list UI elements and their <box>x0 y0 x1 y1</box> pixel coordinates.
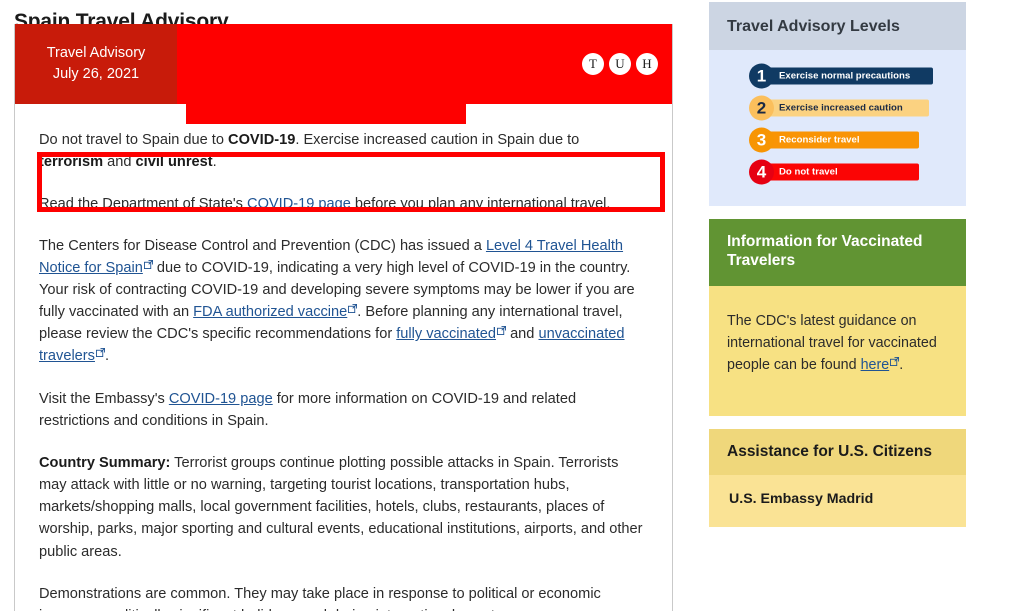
level-1-bar: Exercise normal precautions <box>757 67 933 85</box>
widget-travel-advisory-levels: Travel Advisory Levels Exercise normal p… <box>709 2 966 206</box>
embassy-text-1: Visit the Embassy's <box>39 390 169 407</box>
lead-text-1: Do not travel to Spain due to <box>39 132 229 148</box>
paragraph-cdc-notice: The Centers for Disease Control and Prev… <box>39 235 646 368</box>
link-covid19-page-dos[interactable]: COVID-19 page <box>247 196 351 212</box>
share-icon-group: T U H <box>582 53 658 75</box>
cdc-text-4: and <box>506 326 539 343</box>
cdc-text-5: . <box>104 348 110 365</box>
terrorism-term: terrorism <box>39 154 104 171</box>
level-3-number: 3 <box>749 127 774 153</box>
assistance-widget-title: Assistance for U.S. Citizens <box>709 429 966 476</box>
external-link-icon <box>348 304 358 314</box>
home-share-icon[interactable]: H <box>636 53 658 75</box>
level-1-number: 1 <box>749 63 774 89</box>
level-2-bar: Exercise increased caution <box>757 99 929 117</box>
external-link-icon <box>890 357 900 367</box>
embassy-name: U.S. Embassy Madrid <box>729 491 874 508</box>
external-link-icon <box>143 259 153 269</box>
widget-vaccinated-travelers: Information for Vaccinated Travelers The… <box>709 219 966 417</box>
link-covid19-page-embassy[interactable]: COVID-19 page <box>169 391 273 407</box>
annotation-box-title <box>186 52 466 124</box>
level-4-bar: Do not travel <box>757 163 919 181</box>
advisory-kicker: Travel Advisory <box>46 44 146 61</box>
paragraph-demonstrations: Demonstrations are common. They may take… <box>39 585 601 611</box>
external-link-icon <box>497 326 507 336</box>
travel-advisory-page: Spain Travel Advisory Travel Advisory Ju… <box>0 0 1030 611</box>
advisory-body-text: Do not travel to Spain due to COVID-19. … <box>15 104 672 611</box>
paragraph-embassy-covid: Visit the Embassy's COVID-19 page for mo… <box>39 388 646 432</box>
paragraph-country-summary: Country Summary: Terrorist groups contin… <box>39 452 646 563</box>
level-3-bar: Reconsider travel <box>757 131 919 149</box>
levels-widget-title: Travel Advisory Levels <box>709 2 966 50</box>
levels-widget-body: Exercise normal precautions 1 Exercise i… <box>709 50 966 206</box>
annotation-box-title-cap <box>186 52 466 60</box>
advisory-level-1[interactable]: Exercise normal precautions 1 <box>709 63 966 89</box>
lead-statement: Do not travel to Spain due to COVID-19. … <box>39 129 646 173</box>
civil-unrest-term: civil unrest <box>135 154 213 171</box>
cdc-text-1: The Centers for Disease Control and Prev… <box>39 237 486 254</box>
lead-text-3: and <box>103 154 136 171</box>
vaccinated-widget-body: The CDC's latest guidance on internation… <box>709 285 966 417</box>
read-text-2: before you plan any international travel… <box>350 196 611 213</box>
vax-text-2: . <box>899 357 904 374</box>
level-2-number: 2 <box>749 95 774 121</box>
vaccinated-widget-title: Information for Vaccinated Travelers <box>709 219 966 286</box>
link-cdc-guidance-here[interactable]: here <box>861 357 890 373</box>
link-fda-authorized-vaccine[interactable]: FDA authorized vaccine <box>193 304 347 320</box>
read-text-1: Read the Department of State's <box>39 196 248 213</box>
advisory-date-block: Travel Advisory July 26, 2021 <box>15 24 177 104</box>
advisory-level-2[interactable]: Exercise increased caution 2 <box>709 95 966 121</box>
paragraph-read-dos: Read the Department of State's COVID-19 … <box>39 193 646 215</box>
advisory-content-card: Travel Advisory July 26, 2021 Spain - Le… <box>14 24 673 611</box>
covid19-term: COVID-19 <box>228 132 296 148</box>
lead-text-2: . Exercise increased caution in Spain du… <box>295 132 580 148</box>
advisory-level-3[interactable]: Reconsider travel 3 <box>709 127 966 153</box>
lead-text-4: . <box>212 154 217 171</box>
sidebar: Travel Advisory Levels Exercise normal p… <box>709 2 966 540</box>
widget-assistance-us-citizens: Assistance for U.S. Citizens U.S. Embass… <box>709 429 966 528</box>
vax-text-1: The CDC's latest guidance on internation… <box>727 312 937 374</box>
external-link-icon <box>95 348 105 358</box>
advisory-level-4[interactable]: Do not travel 4 <box>709 159 966 185</box>
level-4-number: 4 <box>749 159 774 185</box>
advisory-date: July 26, 2021 <box>52 66 140 82</box>
assistance-widget-body: U.S. Embassy Madrid <box>709 475 966 528</box>
country-summary-label: Country Summary: <box>39 454 171 471</box>
link-fully-vaccinated[interactable]: fully vaccinated <box>396 326 496 342</box>
url-copy-icon[interactable]: U <box>609 53 631 75</box>
twitter-share-icon[interactable]: T <box>582 53 604 75</box>
